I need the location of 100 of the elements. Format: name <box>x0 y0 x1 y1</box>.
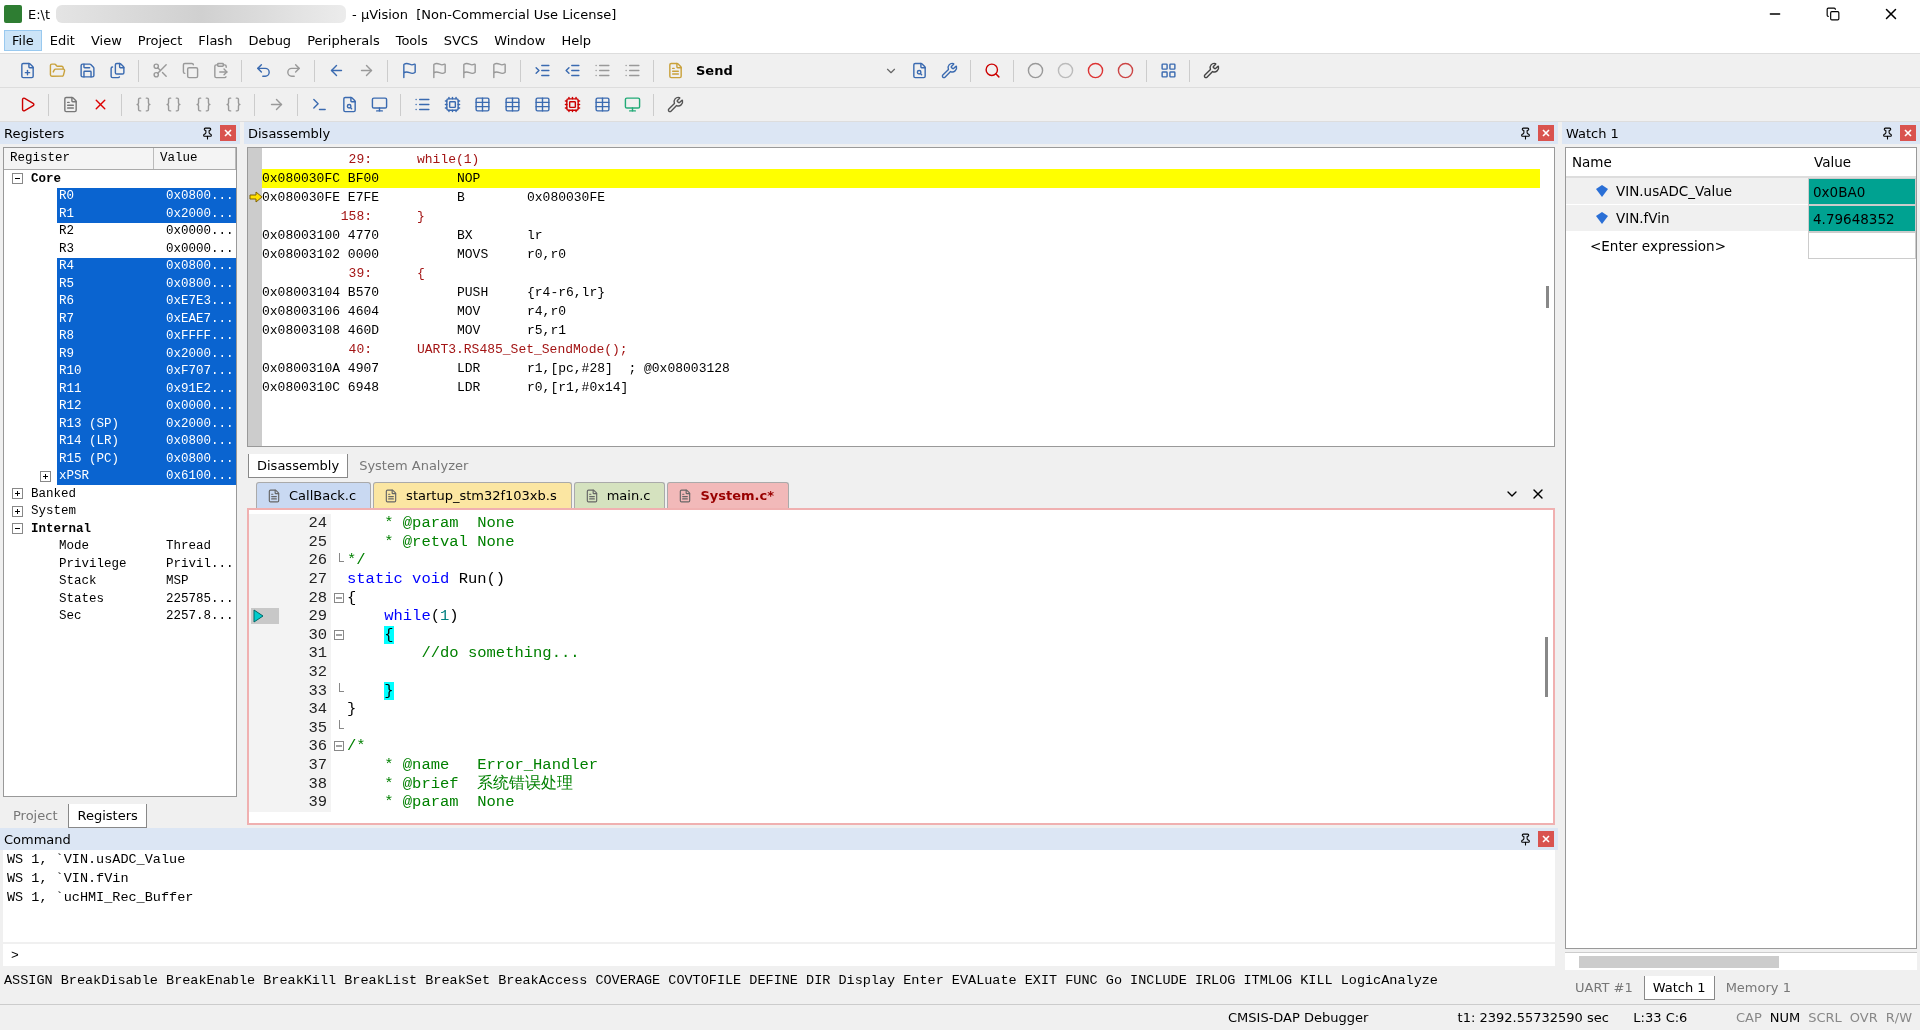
register-name[interactable]: System <box>29 502 236 520</box>
target-select[interactable]: Send <box>692 59 902 82</box>
register-name[interactable]: Core <box>29 170 236 188</box>
monitor-icon[interactable] <box>623 96 641 113</box>
wrench-icon[interactable] <box>940 62 958 79</box>
paste-icon[interactable] <box>211 62 229 79</box>
table-icon[interactable] <box>503 96 521 113</box>
menu-item[interactable]: Peripherals <box>299 30 388 51</box>
command-input[interactable]: > <box>3 944 1555 966</box>
menu-item[interactable]: Flash <box>190 30 241 51</box>
column-header[interactable]: Value <box>154 148 236 169</box>
column-header[interactable]: Name <box>1566 148 1808 176</box>
table-icon[interactable] <box>593 96 611 113</box>
column-header[interactable]: Value <box>1808 148 1916 176</box>
enter-expression[interactable]: <Enter expression> <box>1590 237 1726 254</box>
flag-icon[interactable] <box>490 62 508 79</box>
file-tab[interactable]: main.c <box>573 482 666 508</box>
scrollbar-thumb[interactable] <box>1544 636 1548 697</box>
panel-tab[interactable]: UART #1 <box>1566 976 1642 1000</box>
search-icon[interactable] <box>983 62 1001 79</box>
cpu-icon[interactable] <box>443 96 461 113</box>
scissors-icon[interactable] <box>151 62 169 79</box>
files-icon[interactable] <box>108 62 126 79</box>
outdent-icon[interactable] <box>563 62 581 79</box>
braces-icon[interactable] <box>164 96 182 113</box>
register-name[interactable]: Mode Thread <box>57 537 236 555</box>
file-search-icon[interactable] <box>340 96 358 113</box>
register-name[interactable]: Privilege Privil... <box>57 555 236 573</box>
indent-icon[interactable] <box>533 62 551 79</box>
panel-tab[interactable]: Memory 1 <box>1716 976 1800 1000</box>
register-name[interactable]: R1 0x2000... <box>57 205 236 223</box>
register-name[interactable]: States 225785... <box>57 590 236 608</box>
collapse-icon[interactable] <box>12 173 23 185</box>
menu-item[interactable]: View <box>82 30 130 51</box>
pin-icon[interactable] <box>1519 832 1532 846</box>
flag-icon[interactable] <box>400 62 418 79</box>
register-name[interactable]: R0 0x0800... <box>57 187 236 205</box>
expand-icon[interactable] <box>12 505 23 517</box>
flag-icon[interactable] <box>430 62 448 79</box>
collapse-icon[interactable] <box>12 523 23 535</box>
file-icon[interactable] <box>61 96 79 113</box>
register-name[interactable]: R11 0x91E2... <box>57 380 236 398</box>
menu-item[interactable]: Tools <box>387 30 436 51</box>
register-name[interactable]: R5 0x0800... <box>57 275 236 293</box>
undo-icon[interactable] <box>254 62 272 79</box>
panel-tab[interactable]: Registers <box>68 804 147 828</box>
file-tab[interactable]: CallBack.c <box>256 482 372 508</box>
panel-tab[interactable]: System Analyzer <box>350 454 478 478</box>
list-icon[interactable] <box>593 62 611 79</box>
pin-icon[interactable] <box>201 126 214 140</box>
table-icon[interactable] <box>473 96 491 113</box>
menu-item[interactable]: File <box>4 30 42 51</box>
scrollbar-thumb[interactable] <box>1579 955 1779 968</box>
chip-icon[interactable] <box>563 96 581 113</box>
column-header[interactable]: Register <box>4 148 154 169</box>
tools-icon[interactable] <box>666 96 684 113</box>
file-search-icon[interactable] <box>910 62 928 79</box>
register-name[interactable]: R13 (SP) 0x2000... <box>57 415 236 433</box>
flag-icon[interactable] <box>460 62 478 79</box>
table-icon[interactable] <box>533 96 551 113</box>
menu-item[interactable]: Edit <box>41 30 83 51</box>
menu-item[interactable]: Debug <box>240 30 300 51</box>
panel-tab[interactable]: Disassembly <box>248 454 349 478</box>
file-tab[interactable]: startup_stm32f103xb.s <box>373 482 572 508</box>
register-name[interactable]: Internal <box>29 520 236 538</box>
scrollbar-thumb[interactable] <box>1545 286 1549 308</box>
list-icon[interactable] <box>413 96 431 113</box>
panel-tab[interactable]: Watch 1 <box>1643 976 1715 1000</box>
watch-name[interactable]: VIN.fVin <box>1616 210 1670 226</box>
register-name[interactable]: R3 0x0000... <box>57 240 236 258</box>
register-name[interactable]: R9 0x2000... <box>57 345 236 363</box>
new-file-icon[interactable] <box>18 62 36 79</box>
panel-tab[interactable]: Project <box>4 804 67 828</box>
braces-icon[interactable] <box>134 96 152 113</box>
monitor-icon[interactable] <box>370 96 388 113</box>
copy-icon[interactable] <box>181 62 199 79</box>
menu-item[interactable]: Project <box>129 30 191 51</box>
register-name[interactable]: R15 (PC) 0x0800... <box>57 450 236 468</box>
terminal-icon[interactable] <box>310 96 328 113</box>
list-icon[interactable] <box>623 62 641 79</box>
circle-icon[interactable] <box>1086 62 1104 79</box>
watch-value[interactable]: 0x0BA0 <box>1808 178 1916 205</box>
circle-icon[interactable] <box>1026 62 1044 79</box>
menu-item[interactable]: Help <box>553 30 600 51</box>
redo-icon[interactable] <box>284 62 302 79</box>
expand-icon[interactable] <box>40 470 51 482</box>
circle-icon[interactable] <box>1116 62 1134 79</box>
menu-item[interactable]: SVCS <box>435 30 487 51</box>
register-name[interactable]: R2 0x0000... <box>57 222 236 240</box>
wrench-icon[interactable] <box>1202 62 1220 79</box>
menu-item[interactable]: Window <box>486 30 554 51</box>
save-icon[interactable] <box>78 62 96 79</box>
register-name[interactable]: R7 0xEAE7... <box>57 310 236 328</box>
pin-icon[interactable] <box>1519 126 1532 140</box>
register-name[interactable]: Stack MSP <box>57 572 236 590</box>
register-name[interactable]: Banked <box>29 485 236 503</box>
restore-icon[interactable] <box>1826 7 1840 21</box>
register-name[interactable]: Sec 2257.8... <box>57 607 236 625</box>
expand-icon[interactable] <box>12 488 23 500</box>
pin-icon[interactable] <box>1881 126 1894 140</box>
